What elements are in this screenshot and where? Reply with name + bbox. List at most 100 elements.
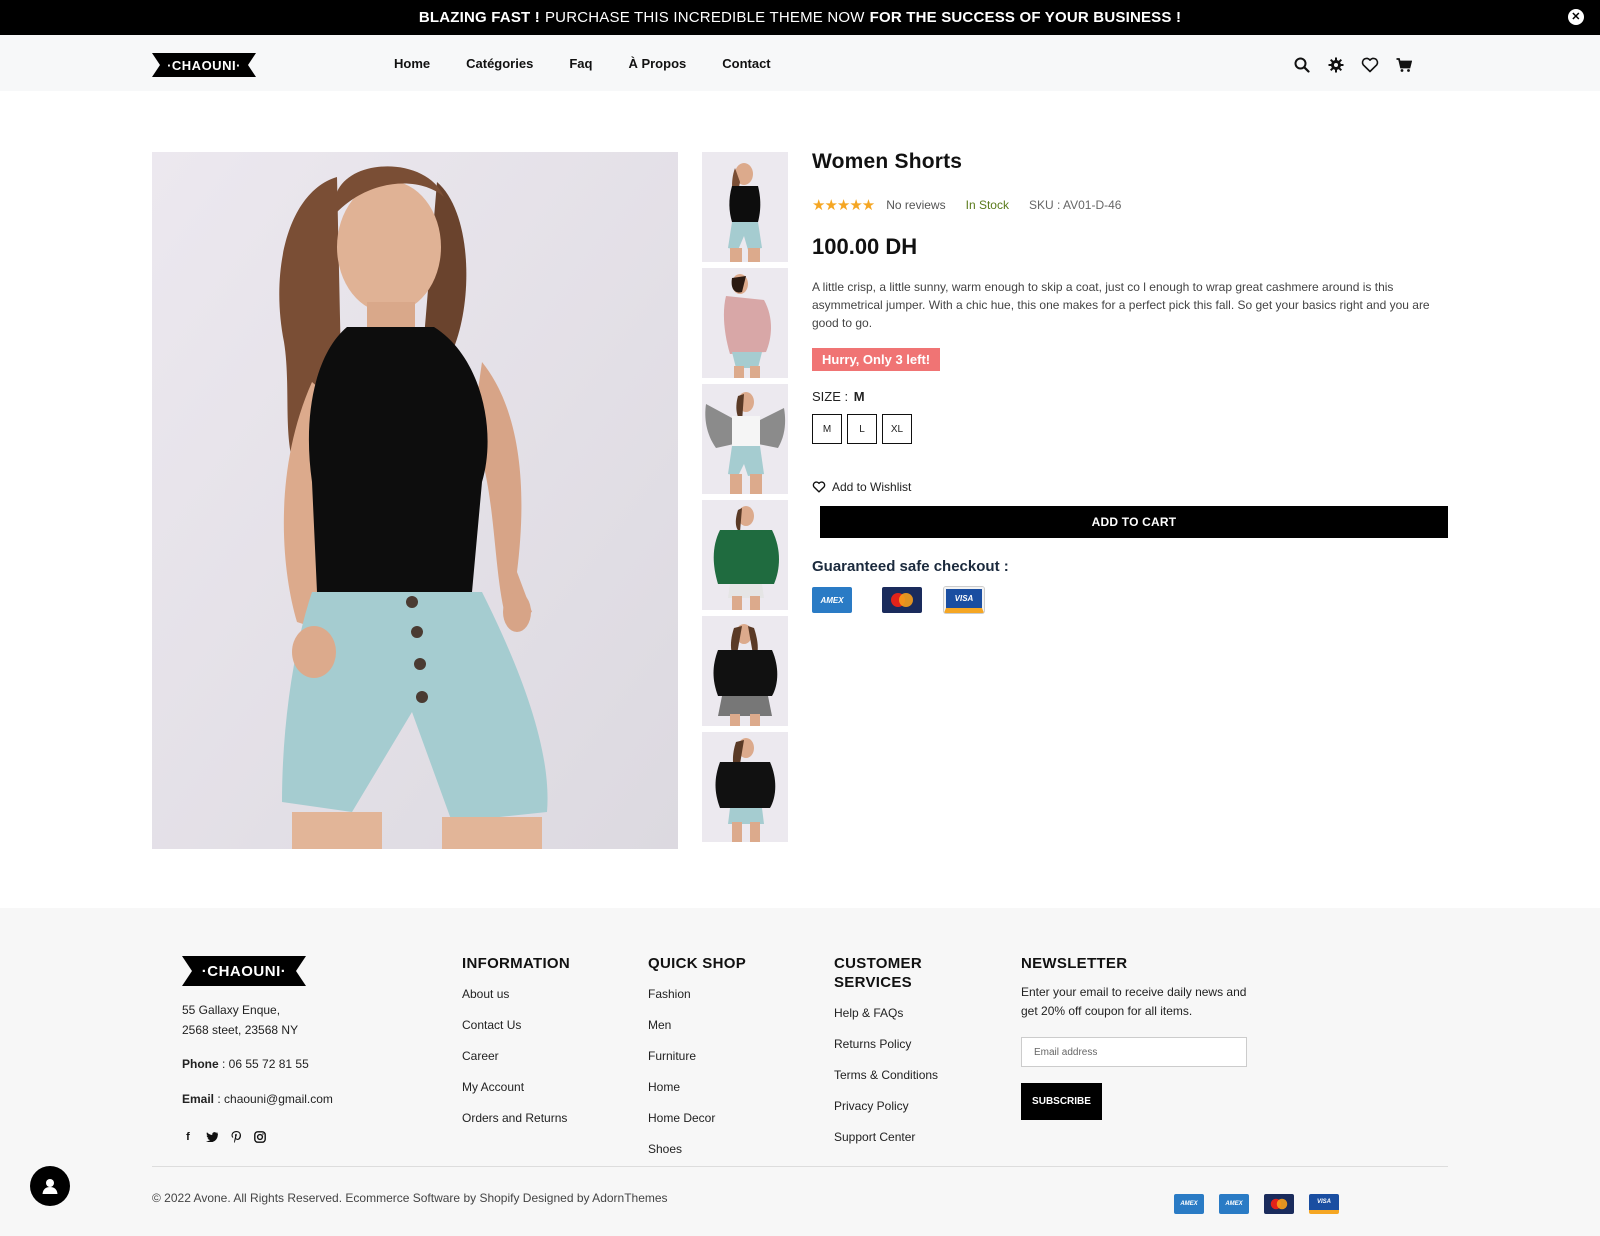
reviews-count[interactable]: No reviews (886, 198, 945, 212)
mastercard-icon (1264, 1194, 1294, 1214)
product-thumbnail[interactable] (702, 152, 788, 262)
footer-logo[interactable]: ·CHAOUNI· (182, 956, 306, 986)
chat-button[interactable] (30, 1166, 70, 1206)
payment-cards: AMEX VISA (812, 587, 1448, 613)
phone-label: Phone (182, 1057, 219, 1071)
amex-icon: AMEX (1174, 1194, 1204, 1214)
footer-link[interactable]: About us (462, 987, 622, 1018)
cart-icon[interactable] (1394, 55, 1414, 75)
nav-contact[interactable]: Contact (722, 56, 770, 71)
subscribe-button[interactable]: SUBSCRIBE (1021, 1083, 1102, 1120)
site-logo[interactable]: ·CHAOUNI· (152, 53, 256, 77)
nav-categories[interactable]: Catégories (466, 56, 533, 71)
instagram-icon[interactable] (254, 1131, 266, 1143)
phone-number: : 06 55 72 81 55 (218, 1057, 309, 1071)
visa-icon: VISA (1309, 1194, 1339, 1214)
phone-row: Phone : 06 55 72 81 55 (182, 1054, 402, 1074)
address-line2: 2568 steet, 23568 NY (182, 1023, 299, 1037)
announcement-part2: PURCHASE THIS INCREDIBLE THEME NOW (544, 9, 865, 26)
size-label: SIZE : (812, 389, 849, 404)
email-label: Email (182, 1092, 215, 1106)
visa-icon: VISA (944, 587, 984, 613)
footer-heading: NEWSLETTER (1021, 955, 1128, 972)
footer-link[interactable]: Fashion (648, 987, 808, 1018)
pinterest-icon[interactable] (230, 1131, 242, 1143)
logo-text: ·CHAOUNI· (167, 57, 241, 73)
product-sku: SKU : AV01-D-46 (1028, 198, 1122, 212)
product-thumbnail[interactable] (702, 268, 788, 378)
footer-heading: CUSTOMER SERVICES (834, 955, 922, 991)
footer-information: INFORMATION About us Contact Us Career M… (462, 954, 622, 1142)
footer-link[interactable]: My Account (462, 1080, 622, 1111)
footer-payment-cards: AMEX AMEX VISA (1174, 1194, 1339, 1214)
product-price: 100.00 DH (812, 234, 918, 259)
logo-text: ·CHAOUNI· (201, 962, 287, 980)
footer-link[interactable]: Help & FAQs (834, 1006, 954, 1037)
nav-a-propos[interactable]: À Propos (628, 56, 686, 71)
email-row: Email : chaouni@gmail.com (182, 1089, 402, 1109)
selected-size: M (853, 389, 865, 404)
copyright-text: © 2022 Avone. All Rights Reserved. Ecomm… (152, 1191, 668, 1205)
star-rating-icon[interactable]: ★★★★★ (812, 196, 875, 214)
newsletter-email-input[interactable]: Email address (1021, 1037, 1247, 1067)
footer-link[interactable]: Men (648, 1018, 808, 1049)
footer-heading: INFORMATION (462, 955, 571, 972)
heart-icon (812, 481, 826, 493)
footer-link[interactable]: Career (462, 1049, 622, 1080)
size-option-l[interactable]: L (847, 414, 877, 444)
product-description: A little crisp, a little sunny, warm eno… (812, 280, 1430, 330)
product-title: Women Shorts (812, 150, 963, 173)
heart-icon[interactable] (1360, 55, 1380, 75)
footer-link[interactable]: Furniture (648, 1049, 808, 1080)
stock-status: In Stock (965, 198, 1009, 212)
add-to-cart-button[interactable]: ADD TO CART (820, 506, 1448, 538)
main-nav: Home Catégories Faq À Propos Contact (394, 35, 807, 91)
product-thumbnail[interactable] (702, 616, 788, 726)
add-to-wishlist-link[interactable]: Add to Wishlist (812, 480, 1448, 494)
facebook-icon[interactable]: f (182, 1131, 194, 1143)
product-thumbnail[interactable] (702, 384, 788, 494)
wishlist-label: Add to Wishlist (832, 480, 912, 494)
safe-checkout-title: Guaranteed safe checkout : (812, 558, 1009, 575)
user-icon (42, 1179, 58, 1194)
close-icon[interactable]: ✕ (1568, 9, 1584, 25)
nav-faq[interactable]: Faq (569, 56, 592, 71)
product-main-image[interactable] (152, 152, 678, 849)
footer-link[interactable]: Orders and Returns (462, 1111, 622, 1142)
footer-link[interactable]: Privacy Policy (834, 1099, 954, 1130)
footer-contact: 55 Gallaxy Enque, 2568 steet, 23568 NY P… (182, 1000, 402, 1109)
size-options: M L XL (812, 414, 1448, 444)
site-footer: ·CHAOUNI· 55 Gallaxy Enque, 2568 steet, … (0, 908, 1600, 1236)
footer-heading: QUICK SHOP (648, 955, 747, 972)
stock-alert-badge: Hurry, Only 3 left! (812, 348, 941, 371)
twitter-icon[interactable] (206, 1131, 218, 1143)
footer-link[interactable]: Home Decor (648, 1111, 808, 1142)
size-label-row: SIZE : M (812, 389, 1448, 404)
product-info: Women Shorts ★★★★★ No reviews In Stock S… (812, 150, 1448, 613)
footer-divider (152, 1166, 1448, 1167)
size-option-m[interactable]: M (812, 414, 842, 444)
footer-link[interactable]: Returns Policy (834, 1037, 954, 1068)
product-thumbnail[interactable] (702, 732, 788, 842)
search-icon[interactable] (1292, 55, 1312, 75)
footer-link[interactable]: Terms & Conditions (834, 1068, 954, 1099)
mastercard-icon (882, 587, 922, 613)
footer-link[interactable]: Shoes (648, 1142, 808, 1173)
footer-quick-shop: QUICK SHOP Fashion Men Furniture Home Ho… (648, 954, 808, 1173)
footer-link[interactable]: Home (648, 1080, 808, 1111)
footer-link[interactable]: Contact Us (462, 1018, 622, 1049)
announcement-bar: BLAZING FAST ! PURCHASE THIS INCREDIBLE … (0, 0, 1600, 35)
newsletter-text: Enter your email to receive daily news a… (1021, 985, 1247, 1018)
amex-icon: AMEX (1219, 1194, 1249, 1214)
product-thumbnail[interactable] (702, 500, 788, 610)
product-thumbnails (702, 152, 788, 848)
gear-icon[interactable] (1326, 55, 1346, 75)
address-line1: 55 Gallaxy Enque, (182, 1003, 281, 1017)
size-option-xl[interactable]: XL (882, 414, 912, 444)
email-address[interactable]: : chaouni@gmail.com (214, 1092, 333, 1106)
footer-link[interactable]: Support Center (834, 1130, 954, 1161)
footer-newsletter: NEWSLETTER Enter your email to receive d… (1021, 954, 1261, 1120)
announcement-part1: BLAZING FAST ! (418, 9, 540, 26)
amex-icon: AMEX (812, 587, 852, 613)
nav-home[interactable]: Home (394, 56, 430, 71)
